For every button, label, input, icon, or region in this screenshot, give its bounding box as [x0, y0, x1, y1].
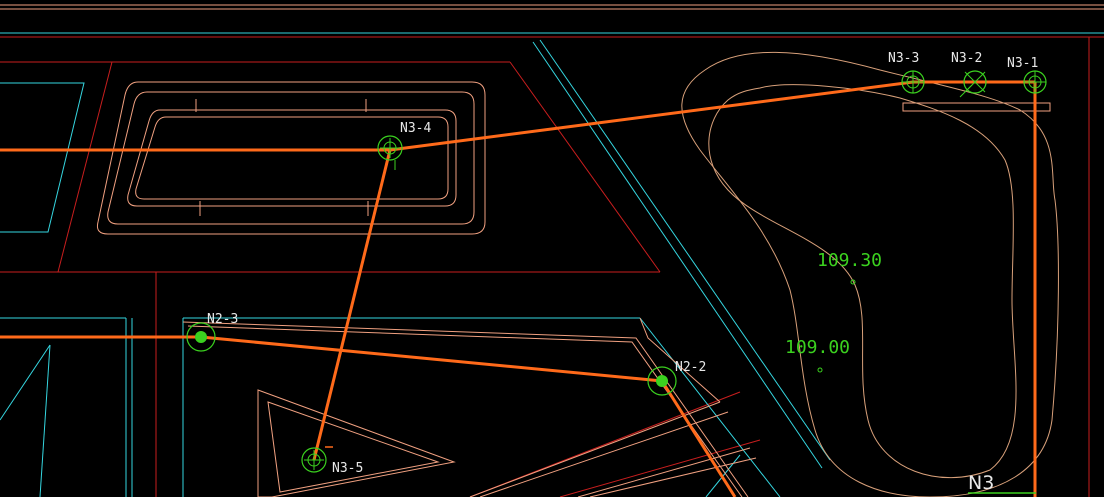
node-label: N2-2 — [675, 360, 706, 375]
node-label: N3-2 — [951, 51, 982, 66]
area-label: N3 — [968, 472, 994, 494]
node-label: N2-3 — [207, 312, 238, 327]
node-label: N3-1 — [1007, 56, 1038, 71]
node-label: N3-5 — [332, 461, 363, 476]
elevation-label: 109.00 — [785, 337, 850, 358]
node-n3-3[interactable]: N3-3 — [888, 51, 925, 94]
spot-elevation-10930: 109.30 — [817, 250, 882, 285]
feature-outlines — [97, 81, 1051, 497]
node-n3-1[interactable]: N3-1 — [1007, 56, 1047, 94]
spot-elevation-10900: 109.00 — [785, 337, 850, 373]
node-label: N3-3 — [888, 51, 919, 66]
pipe-network — [0, 80, 1037, 497]
top-frame-lines — [0, 4, 1104, 38]
elevation-label: 109.30 — [817, 250, 882, 271]
node-n3-2[interactable]: N3-2 — [951, 51, 987, 98]
cad-drawing-canvas: N3-1 N3-2 N3-3 N3-4 N3-5 N2-3 N2-2 109.3… — [0, 0, 1104, 497]
contour-lines — [681, 51, 1059, 497]
node-label: N3-4 — [400, 121, 431, 136]
node-n3-5[interactable]: N3-5 — [301, 446, 363, 476]
